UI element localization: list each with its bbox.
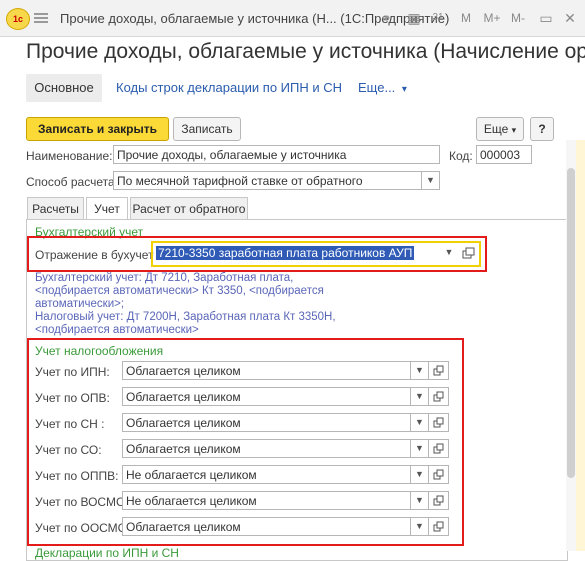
name-field[interactable]: Прочие доходы, облагаемые у источника <box>113 145 440 164</box>
tax-opv-field[interactable]: Облагается целиком <box>122 387 411 406</box>
spreadsheet-icon[interactable]: ▦ <box>404 8 424 28</box>
reflection-open-icon[interactable] <box>458 244 478 263</box>
nav-more-link[interactable]: Еще... ▾ <box>358 80 407 95</box>
tax-sn-label: Учет по СН : <box>35 417 105 431</box>
save-and-close-button[interactable]: Записать и закрыть <box>26 117 169 141</box>
tax-vosms-label: Учет по ВОСМС: <box>35 495 128 509</box>
tax-oosms-label: Учет по ООСМС: <box>35 521 130 535</box>
app-logo-icon: 1с <box>6 8 30 30</box>
accounting-info-line: <подбирается автоматически> Кт 3350, <по… <box>35 285 324 297</box>
reflection-label: Отражение в бухучете: <box>35 248 164 262</box>
help-button[interactable]: ? <box>530 117 554 141</box>
side-panel-edge <box>576 140 585 551</box>
open-item-icon[interactable] <box>429 413 449 432</box>
tab-calculations[interactable]: Расчеты <box>27 197 84 219</box>
open-item-icon[interactable] <box>429 439 449 458</box>
open-item-icon[interactable] <box>429 491 449 510</box>
chevron-down-icon[interactable]: ▼ <box>411 491 429 510</box>
calc-method-label: Способ расчета: <box>26 175 118 189</box>
taxation-group-title: Учет налогообложения <box>35 344 164 358</box>
tab-accounting[interactable]: Учет <box>86 197 128 220</box>
chevron-down-icon[interactable]: ▼ <box>411 413 429 432</box>
memory-icon[interactable]: M <box>456 8 476 28</box>
calendar-icon[interactable]: 31 <box>428 8 448 28</box>
code-label: Код: <box>449 149 473 163</box>
accounting-info-line: автоматически>; <box>35 298 125 310</box>
name-label: Наименование: <box>26 149 113 163</box>
chevron-down-icon[interactable]: ▼ <box>411 361 429 380</box>
tax-opv-label: Учет по ОПВ: <box>35 391 110 405</box>
page-title: Прочие доходы, облагаемые у источника (Н… <box>26 40 585 63</box>
restore-icon[interactable]: ▭ <box>536 8 556 28</box>
chevron-down-icon[interactable]: ▼ <box>411 439 429 458</box>
tax-accounting-info-line: <подбирается автоматически> <box>35 324 199 336</box>
tax-ipn-label: Учет по ИПН: <box>35 365 110 379</box>
accounting-info-line: Бухгалтерский учет: Дт 7210, Заработная … <box>35 272 294 284</box>
tax-vosms-field[interactable]: Не облагается целиком <box>122 491 411 510</box>
chevron-down-icon[interactable]: ▼ <box>411 465 429 484</box>
calc-method-field[interactable]: По месячной тарифной ставке от обратного <box>113 171 422 190</box>
more-actions-button[interactable]: Еще ▾ <box>476 117 524 141</box>
tax-sn-field[interactable]: Облагается целиком <box>122 413 411 432</box>
open-item-icon[interactable] <box>429 465 449 484</box>
reflection-field[interactable]: 7210-3350 заработная плата работников АУ… <box>154 244 440 263</box>
tax-accounting-info-line: Налоговый учет: Дт 7200Н, Заработная пла… <box>35 311 336 323</box>
tax-oppv-field[interactable]: Не облагается целиком <box>122 465 411 484</box>
code-field[interactable]: 000003 <box>476 145 532 164</box>
chevron-down-icon[interactable]: ▼ <box>411 517 429 536</box>
close-icon[interactable]: ✕ <box>560 8 580 28</box>
nav-main-tab[interactable]: Основное <box>26 74 102 102</box>
chevron-down-icon: ▾ <box>401 84 407 95</box>
reflection-value: 7210-3350 заработная плата работников АУ… <box>156 246 415 260</box>
chevron-down-icon[interactable]: ▼ <box>411 387 429 406</box>
tax-oosms-field[interactable]: Облагается целиком <box>122 517 411 536</box>
open-item-icon[interactable] <box>429 387 449 406</box>
scrollbar-thumb[interactable] <box>567 168 575 478</box>
save-button[interactable]: Записать <box>173 117 241 141</box>
tax-ipn-field[interactable]: Облагается целиком <box>122 361 411 380</box>
menu-icon[interactable] <box>32 9 50 27</box>
tax-oppv-label: Учет по ОППВ: <box>35 469 119 483</box>
link-icon[interactable]: ⚭ <box>376 8 396 28</box>
tax-so-label: Учет по СО: <box>35 443 102 457</box>
calc-method-dropdown-icon[interactable]: ▼ <box>422 171 440 190</box>
declaration-group-title: Декларации по ИПН и СН <box>35 546 179 560</box>
nav-more-label: Еще... <box>358 80 396 95</box>
more-actions-label: Еще <box>483 122 509 136</box>
tab-reverse-calc[interactable]: Расчет от обратного <box>130 197 248 219</box>
open-item-icon[interactable] <box>429 361 449 380</box>
reflection-dropdown-icon[interactable]: ▼ <box>440 244 458 263</box>
nav-declaration-codes-link[interactable]: Коды строк декларации по ИПН и СН <box>116 80 342 95</box>
chevron-down-icon: ▾ <box>511 125 517 135</box>
memory-plus-icon[interactable]: M+ <box>480 8 504 28</box>
memory-minus-icon[interactable]: M- <box>506 8 530 28</box>
tax-so-field[interactable]: Облагается целиком <box>122 439 411 458</box>
open-item-icon[interactable] <box>429 517 449 536</box>
